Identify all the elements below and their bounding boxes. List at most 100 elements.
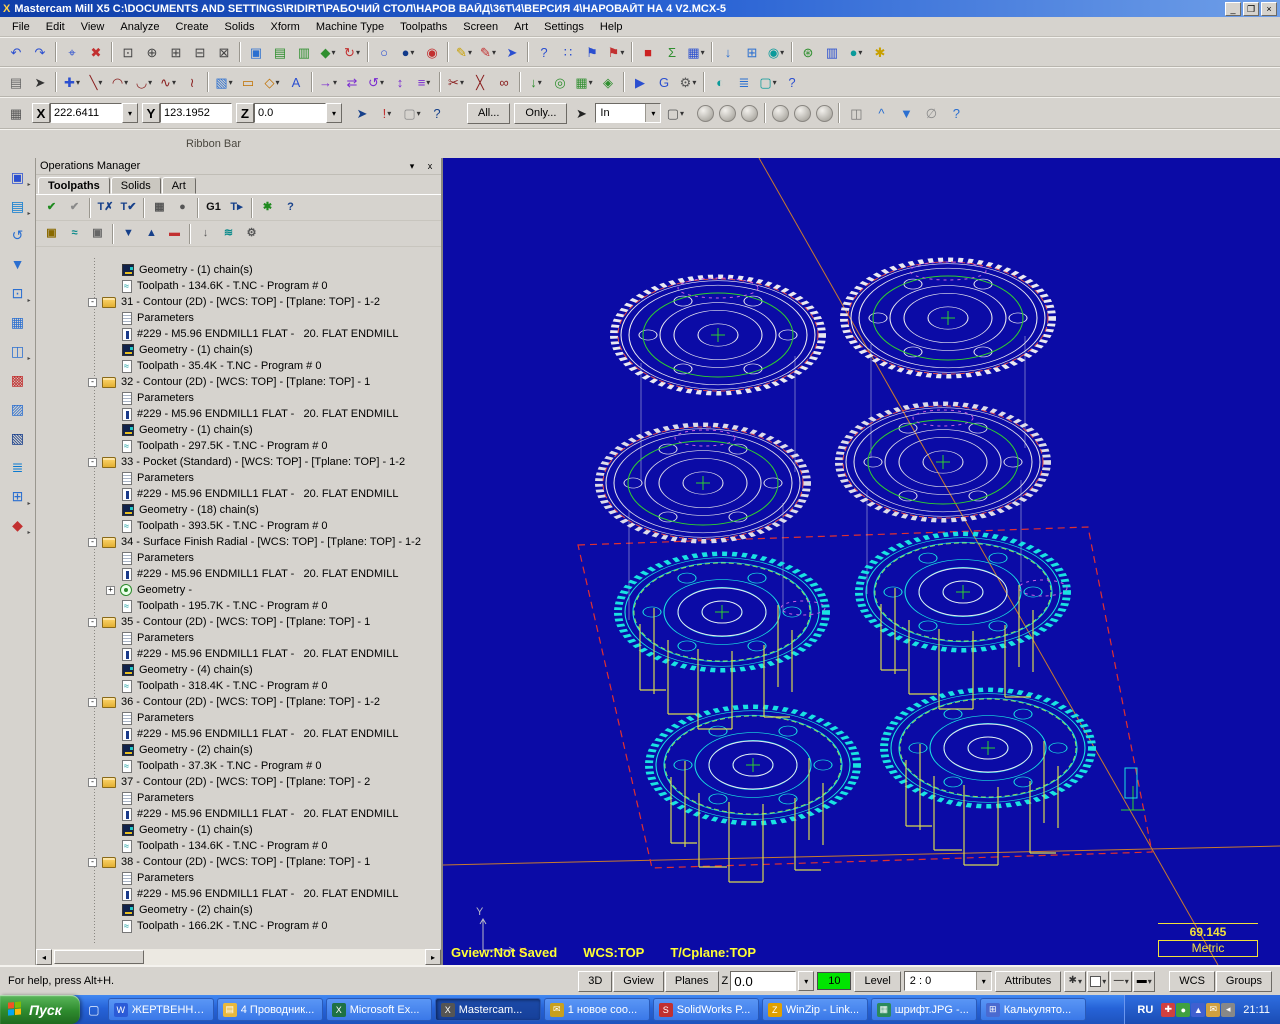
operation-item-row[interactable]: Toolpath - 166.2K - T.NC - Program # 0 bbox=[36, 918, 441, 934]
line-style-button[interactable]: — ▾ bbox=[1110, 970, 1133, 992]
x-coordinate-input[interactable] bbox=[50, 103, 122, 123]
operation-item-row[interactable]: #229 - M5.96 ENDMILL1 FLAT - 20. FLAT EN… bbox=[36, 566, 441, 582]
zoom-window-button[interactable]: ⊡ bbox=[116, 40, 140, 64]
operation-row[interactable]: - 37 - Contour (2D) - [WCS: TOP] - [Tplan… bbox=[36, 774, 441, 790]
menu-toolpaths[interactable]: Toolpaths bbox=[392, 18, 455, 36]
xform-scale-button[interactable]: ↕ bbox=[388, 70, 412, 94]
drafting-pencil-button[interactable]: ✎ ▾ bbox=[476, 40, 500, 64]
ops-help-button[interactable]: ? bbox=[279, 197, 302, 219]
graphics-area[interactable]: Y X Gview:Not Saved WCS:TOP T/Cplane:TOP… bbox=[443, 158, 1280, 965]
grid-manager-button[interactable]: ⊞ bbox=[740, 40, 764, 64]
menu-screen[interactable]: Screen bbox=[455, 18, 506, 36]
start-button[interactable]: Пуск bbox=[0, 995, 80, 1024]
operation-item-row[interactable]: Parameters bbox=[36, 870, 441, 886]
select-all-button[interactable]: All... bbox=[467, 102, 511, 124]
menu-view[interactable]: View bbox=[73, 18, 113, 36]
toolpath-pocket-button[interactable]: ▦ ▾ bbox=[572, 70, 596, 94]
operation-item-row[interactable]: Geometry - (2) chain(s) bbox=[36, 742, 441, 758]
level-display-button[interactable]: ≣ bbox=[4, 454, 32, 480]
gview-flyout-button[interactable]: ▣ ▸ bbox=[4, 164, 32, 190]
operation-item-row[interactable]: Geometry - (2) chain(s) bbox=[36, 902, 441, 918]
analyze-dynamic-button[interactable]: ◉ bbox=[420, 40, 444, 64]
tree-expand-toggle[interactable]: - bbox=[88, 457, 97, 467]
taskbar-task-mastercam-app[interactable]: X Mastercam... bbox=[434, 998, 541, 1021]
shaded-display-button[interactable]: ● ▾ bbox=[396, 40, 420, 64]
scroll-to-insert-button[interactable]: ↓ bbox=[194, 223, 217, 245]
y-coordinate-button[interactable]: Y bbox=[142, 103, 160, 123]
tab-art[interactable]: Art bbox=[161, 177, 196, 194]
y-coordinate-input[interactable] bbox=[160, 103, 232, 123]
operation-item-row[interactable]: Parameters bbox=[36, 630, 441, 646]
file-new-button[interactable]: ▤ bbox=[4, 70, 28, 94]
selection-sphere-2[interactable] bbox=[719, 104, 737, 122]
taskbar-task-explorer-folder[interactable]: ▤ 4 Проводник... bbox=[216, 998, 323, 1021]
tree-expand-toggle[interactable]: - bbox=[88, 297, 97, 307]
selection-arrow-button[interactable]: ➤ bbox=[28, 70, 52, 94]
menu-help[interactable]: Help bbox=[592, 18, 631, 36]
tree-expand-toggle[interactable]: + bbox=[106, 585, 115, 595]
operation-row[interactable]: - 35 - Contour (2D) - [WCS: TOP] - [Tplan… bbox=[36, 614, 441, 630]
operation-item-row[interactable]: Geometry - (1) chain(s) bbox=[36, 822, 441, 838]
break-entities-button[interactable]: ╳ bbox=[468, 70, 492, 94]
only-display-selected-button[interactable]: ≋ bbox=[217, 223, 240, 245]
operation-row[interactable]: - 38 - Contour (2D) - [WCS: TOP] - [Tplan… bbox=[36, 854, 441, 870]
repaint-screen-button[interactable]: ▦ bbox=[4, 309, 32, 335]
menu-file[interactable]: File bbox=[4, 18, 38, 36]
line-width-button[interactable]: ▬ ▾ bbox=[1133, 970, 1156, 992]
tree-expand-toggle[interactable]: - bbox=[88, 857, 97, 867]
xform-translate-button[interactable]: → ▾ bbox=[316, 70, 340, 94]
menu-settings[interactable]: Settings bbox=[536, 18, 592, 36]
z-coordinate-input[interactable] bbox=[254, 103, 326, 123]
ops-close-button[interactable]: x bbox=[423, 161, 437, 172]
tree-expand-toggle[interactable]: - bbox=[88, 377, 97, 387]
menu-solids[interactable]: Solids bbox=[217, 18, 263, 36]
autocursor-help-button[interactable]: ? bbox=[425, 101, 449, 125]
ops-horizontal-scrollbar[interactable]: ◂ ▸ bbox=[36, 949, 441, 965]
dynamic-spin-button[interactable]: ↺ bbox=[4, 222, 32, 248]
create-arc-button[interactable]: ◠ ▾ bbox=[108, 70, 132, 94]
wireframe-display-button[interactable]: ○ bbox=[372, 40, 396, 64]
planes-flyout-button[interactable]: ▤ ▸ bbox=[4, 193, 32, 219]
menu-art[interactable]: Art bbox=[506, 18, 536, 36]
toolbar-help-button[interactable]: ? bbox=[780, 70, 804, 94]
point-style-button[interactable]: ✱ ▾ bbox=[1064, 970, 1087, 992]
high-speed-button[interactable]: ✱ bbox=[256, 197, 279, 219]
join-entities-button[interactable]: ∞ bbox=[492, 70, 516, 94]
operation-item-row[interactable]: Toolpath - 297.5K - T.NC - Program # 0 bbox=[36, 438, 441, 454]
taskbar-task-image-viewer[interactable]: ▦ шрифт.JPG -... bbox=[870, 998, 977, 1021]
menu-create[interactable]: Create bbox=[168, 18, 217, 36]
level-manager-button[interactable]: ≣ bbox=[732, 70, 756, 94]
tree-expand-toggle[interactable]: - bbox=[88, 777, 97, 787]
x-dropdown-button[interactable]: ▾ bbox=[122, 103, 138, 123]
operation-row[interactable]: - 31 - Contour (2D) - [WCS: TOP] - [Tplan… bbox=[36, 294, 441, 310]
create-fillet-button[interactable]: ◡ ▾ bbox=[132, 70, 156, 94]
taskbar-task-mail[interactable]: ✉ 1 новое соо... bbox=[543, 998, 650, 1021]
autocursor-cube-button[interactable]: ▢ ▾ bbox=[400, 101, 424, 125]
wcs-button[interactable]: WCS bbox=[1169, 970, 1215, 992]
taskbar-task-excel[interactable]: X Microsoft Ex... bbox=[325, 998, 432, 1021]
operation-item-row[interactable]: Geometry - (18) chain(s) bbox=[36, 502, 441, 518]
entity-color-button[interactable]: ▾ bbox=[1087, 970, 1110, 992]
operation-row[interactable]: - 36 - Contour (2D) - [WCS: TOP] - [Tplan… bbox=[36, 694, 441, 710]
select-up-button[interactable]: ^ bbox=[869, 101, 893, 125]
gview-isometric-button[interactable]: ◆ ▾ bbox=[316, 40, 340, 64]
operation-item-row[interactable]: Parameters bbox=[36, 310, 441, 326]
attributes-button[interactable]: Attributes bbox=[994, 970, 1062, 992]
select-all-dirty-button[interactable]: ✔ bbox=[63, 197, 86, 219]
operation-item-row[interactable]: Geometry - (1) chain(s) bbox=[36, 342, 441, 358]
operation-item-row[interactable]: Parameters bbox=[36, 470, 441, 486]
close-button[interactable]: × bbox=[1261, 1, 1277, 16]
menu-machine-type[interactable]: Machine Type bbox=[308, 18, 392, 36]
tray-shield-icon[interactable]: ✚ bbox=[1161, 1002, 1176, 1017]
post-process-button[interactable]: G bbox=[652, 70, 676, 94]
select-all-operations-button[interactable]: ✔ bbox=[40, 197, 63, 219]
redo-button[interactable]: ↷ bbox=[28, 40, 52, 64]
create-point-button[interactable]: ✚ ▾ bbox=[60, 70, 84, 94]
planes-button[interactable]: Planes bbox=[664, 970, 719, 992]
taskbar-task-calculator[interactable]: ⊞ Калькулято... bbox=[979, 998, 1086, 1021]
create-surface-button[interactable]: ▧ ▾ bbox=[212, 70, 236, 94]
operation-item-row[interactable]: #229 - M5.96 ENDMILL1 FLAT - 20. FLAT EN… bbox=[36, 486, 441, 502]
render-ball-button[interactable]: ● ▾ bbox=[844, 40, 868, 64]
toggle-toolpath-display-button[interactable]: ≈ bbox=[63, 223, 86, 245]
level-dropdown-icon[interactable]: ▾ bbox=[975, 972, 991, 990]
